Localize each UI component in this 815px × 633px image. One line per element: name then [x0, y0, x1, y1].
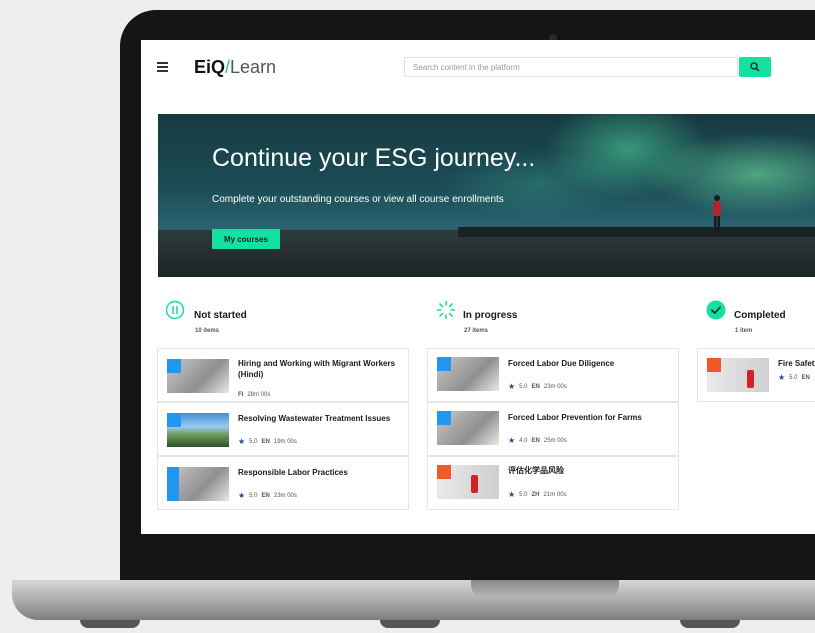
laptop-foot — [680, 620, 740, 628]
course-duration: 28m 00s — [247, 392, 271, 398]
course-duration: 25m 00s — [543, 437, 567, 444]
course-language: EN — [531, 437, 540, 444]
person-silhouette — [713, 195, 721, 232]
column-count: 1 item — [735, 328, 753, 334]
spinner-icon — [436, 300, 456, 320]
category-tag — [437, 411, 451, 425]
app-logo[interactable]: EiQ/Learn — [194, 56, 276, 78]
course-card[interactable]: Hiring and Working with Migrant Workers … — [157, 348, 409, 402]
search-input[interactable] — [404, 57, 738, 77]
course-duration: 23m 00s — [273, 492, 297, 499]
course-duration: 21m 00s — [543, 491, 567, 498]
logo-learn: Learn — [230, 57, 277, 77]
star-icon: ★ — [508, 436, 516, 445]
hamburger-icon[interactable] — [157, 62, 168, 72]
course-thumbnail — [707, 358, 769, 392]
course-thumbnail — [167, 359, 229, 393]
course-duration: 19m 00s — [273, 438, 297, 445]
course-rating: 4.0 — [519, 437, 528, 444]
course-thumbnail — [167, 467, 229, 501]
star-icon: ★ — [508, 382, 516, 391]
logo-eiq: EiQ — [194, 57, 226, 77]
my-courses-button[interactable]: My courses — [212, 229, 280, 249]
course-title: Hiring and Working with Migrant Workers … — [238, 359, 396, 379]
column-count: 10 items — [195, 328, 220, 334]
course-title: 评估化学品风险 — [508, 466, 564, 475]
fire-extinguisher-image — [747, 370, 754, 388]
course-rating: 5.0 — [249, 492, 258, 499]
course-meta: ★ 5.0 EN 23m 00s — [238, 491, 297, 500]
check-circle-icon — [706, 300, 726, 320]
category-tag — [167, 359, 181, 373]
search-icon — [750, 62, 760, 72]
course-title: Fire Safety — [778, 359, 815, 368]
course-meta: ★ 5.0 EN 19m 00s — [238, 437, 297, 446]
course-meta: ★ 4.0 EN 25m 00s — [508, 436, 567, 445]
course-language: EN — [261, 492, 270, 499]
course-title: Forced Labor Due Diligence — [508, 359, 615, 368]
course-title: Resolving Wastewater Treatment Issues — [238, 414, 391, 423]
course-rating: 5.0 — [519, 383, 528, 390]
course-thumbnail — [167, 413, 229, 447]
course-meta: ★ 5.0 ZH 21m 00s — [508, 490, 567, 499]
category-tag — [437, 465, 451, 479]
course-title: Responsible Labor Practices — [238, 468, 348, 477]
course-language: EN — [531, 383, 540, 390]
search-button[interactable] — [739, 57, 771, 77]
course-language: EN — [801, 374, 810, 381]
star-icon: ★ — [238, 437, 246, 446]
column-title: In progress — [463, 310, 518, 321]
course-language: ZH — [531, 491, 540, 498]
hero-subtitle: Complete your outstanding courses or vie… — [212, 194, 504, 205]
course-language: EN — [261, 438, 270, 445]
course-card[interactable]: Forced Labor Prevention for Farms ★ 4.0 … — [427, 402, 679, 456]
top-bar: EiQ/Learn — [141, 40, 815, 96]
course-language: FI — [238, 392, 244, 398]
hero-banner: Continue your ESG journey... Complete yo… — [158, 114, 815, 277]
category-tag — [167, 467, 179, 501]
course-meta: ★ 5.0 EN 23m 00s — [508, 382, 567, 391]
course-thumbnail — [437, 411, 499, 445]
course-rating: 5.0 — [519, 491, 528, 498]
course-card[interactable]: Fire Safety ★ 5.0 EN — [697, 348, 815, 402]
course-meta: ★ 5.0 EN — [778, 373, 810, 382]
star-icon: ★ — [508, 490, 516, 499]
course-card[interactable]: Resolving Wastewater Treatment Issues ★ … — [157, 402, 409, 456]
column-title: Completed — [734, 310, 786, 321]
laptop-base — [12, 580, 815, 620]
column-count: 27 items — [464, 328, 489, 334]
course-card[interactable]: 评估化学品风险 ★ 5.0 ZH 21m 00s — [427, 456, 679, 510]
category-tag — [167, 413, 181, 427]
laptop-base-notch — [471, 580, 619, 597]
laptop-foot — [80, 620, 140, 628]
course-thumbnail — [437, 465, 499, 499]
course-meta: FI 28m 00s — [238, 392, 270, 398]
course-card[interactable]: Forced Labor Due Diligence ★ 5.0 EN 23m … — [427, 348, 679, 402]
course-rating: 5.0 — [789, 374, 798, 381]
category-tag — [707, 358, 721, 372]
course-card[interactable]: Responsible Labor Practices ★ 5.0 EN 23m… — [157, 456, 409, 510]
hero-title: Continue your ESG journey... — [212, 144, 536, 172]
star-icon: ★ — [238, 491, 246, 500]
course-thumbnail — [437, 357, 499, 391]
column-title: Not started — [194, 310, 247, 321]
course-duration: 23m 00s — [543, 383, 567, 390]
course-rating: 5.0 — [249, 438, 258, 445]
app-screen: EiQ/Learn Continue your ESG journey... C… — [141, 40, 815, 534]
course-title: Forced Labor Prevention for Farms — [508, 413, 642, 422]
laptop-foot — [380, 620, 440, 628]
category-tag — [437, 357, 451, 371]
fire-extinguisher-image — [471, 475, 478, 493]
star-icon: ★ — [778, 373, 786, 382]
hero-dock — [458, 227, 815, 237]
pause-circle-icon — [165, 300, 185, 320]
